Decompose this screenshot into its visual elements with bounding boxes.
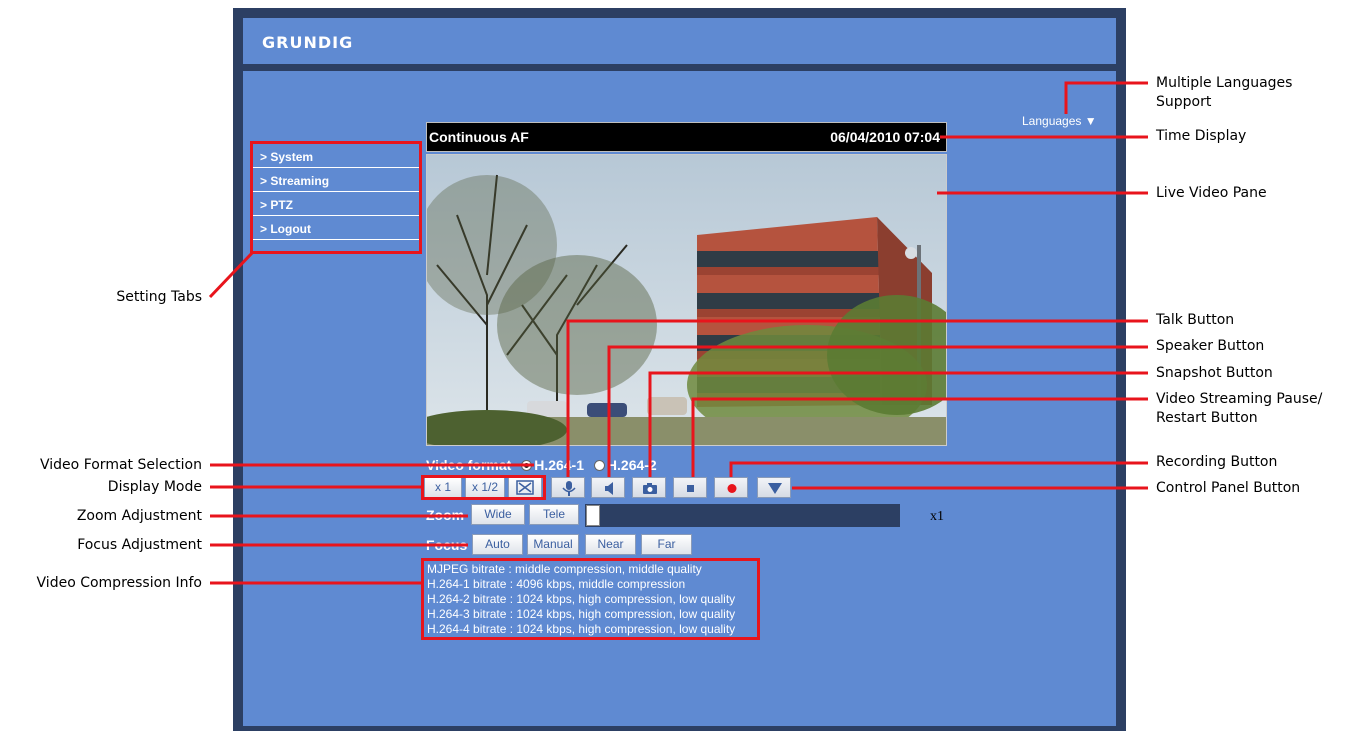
label-speaker-button: Speaker Button bbox=[1156, 338, 1265, 354]
label-display-mode: Display Mode bbox=[107, 479, 202, 495]
label-live-video-pane: Live Video Pane bbox=[1156, 185, 1267, 201]
label-multiple-languages-support: Support bbox=[1156, 94, 1212, 110]
label-recording-button: Recording Button bbox=[1156, 454, 1278, 470]
label-time-display: Time Display bbox=[1156, 128, 1247, 144]
label-multiple-languages: Multiple Languages bbox=[1156, 75, 1293, 91]
label-snapshot-button: Snapshot Button bbox=[1156, 365, 1273, 381]
label-pause-restart-2: Restart Button bbox=[1156, 410, 1258, 426]
label-focus-adjustment: Focus Adjustment bbox=[77, 537, 202, 553]
label-video-compression-info: Video Compression Info bbox=[36, 575, 202, 591]
label-pause-restart: Video Streaming Pause/ bbox=[1156, 391, 1323, 407]
label-talk-button: Talk Button bbox=[1156, 312, 1235, 328]
label-setting-tabs: Setting Tabs bbox=[116, 289, 202, 305]
label-control-panel-button: Control Panel Button bbox=[1156, 480, 1301, 496]
label-video-format-selection: Video Format Selection bbox=[40, 457, 202, 473]
label-zoom-adjustment: Zoom Adjustment bbox=[76, 508, 202, 524]
